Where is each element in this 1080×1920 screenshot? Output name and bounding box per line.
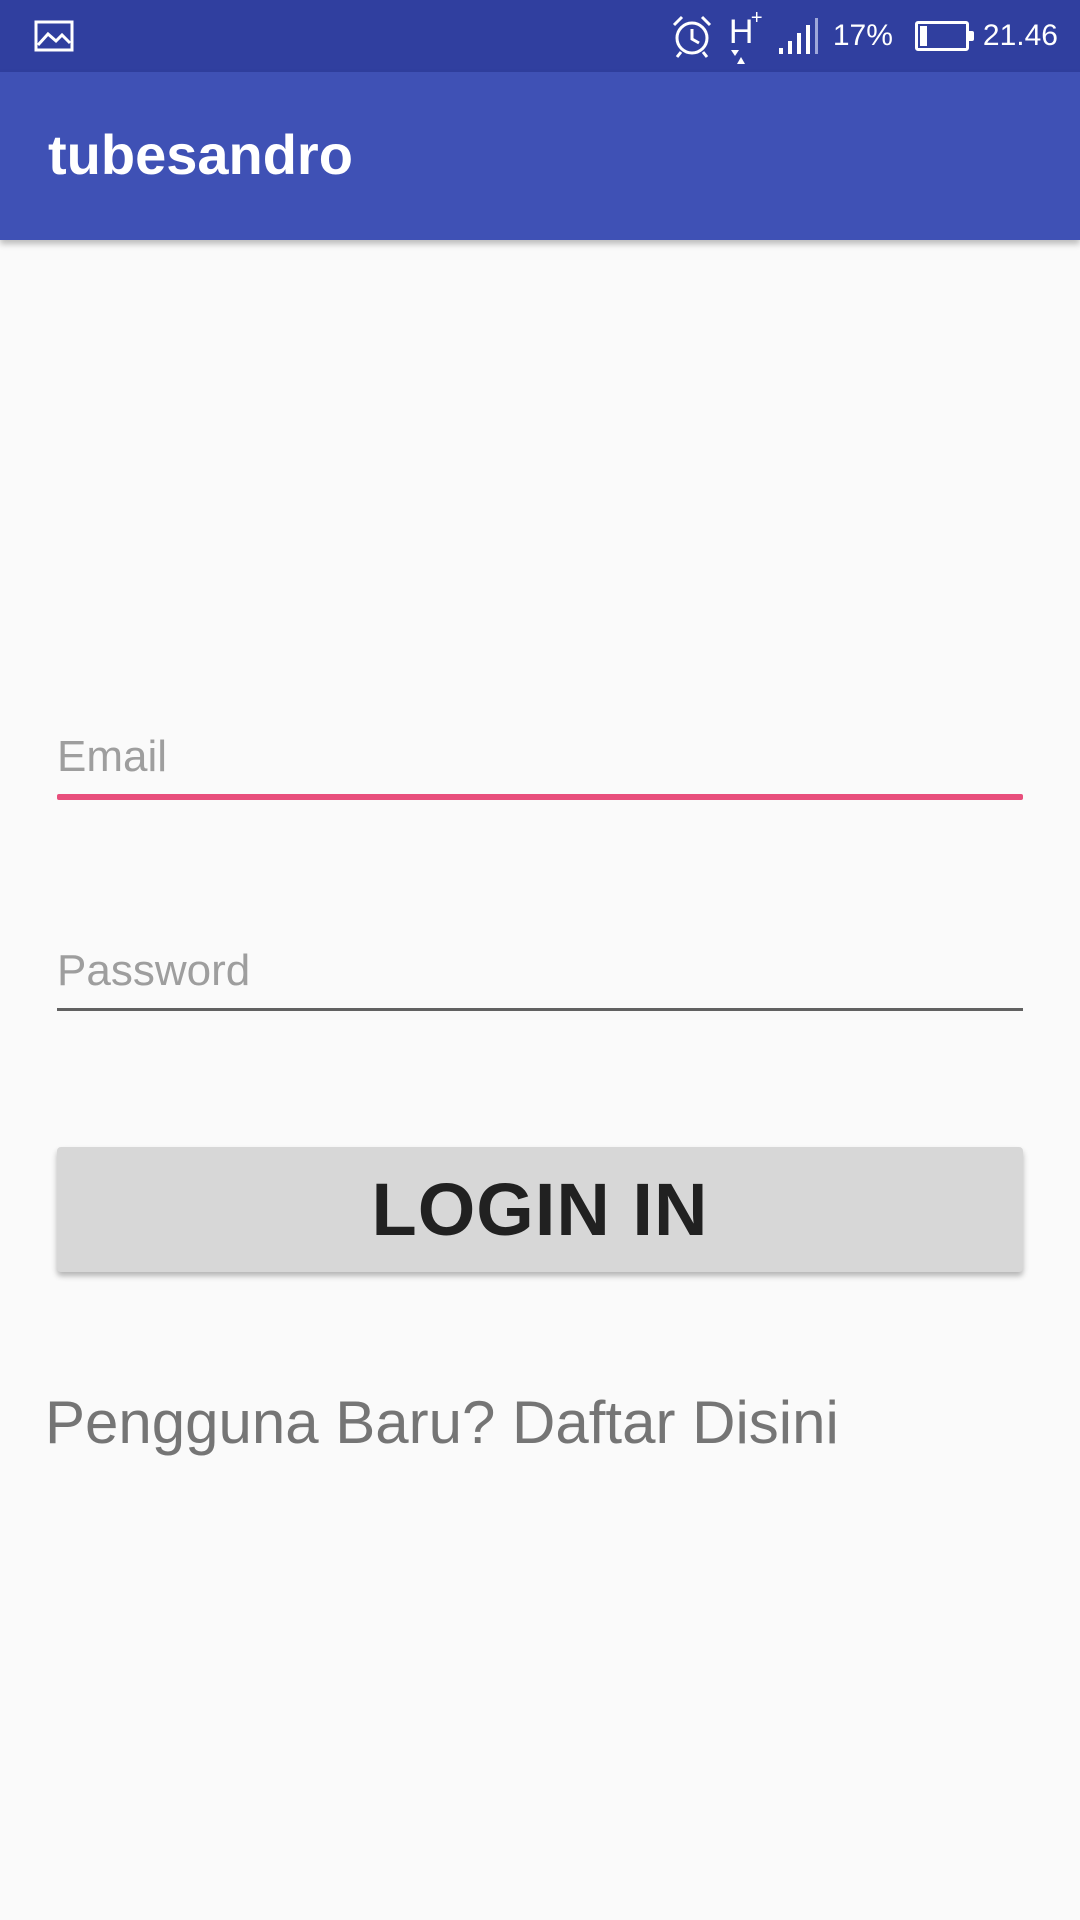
network-type-label: H	[728, 13, 754, 51]
network-type-plus: +	[750, 7, 763, 29]
image-icon	[34, 20, 74, 52]
password-underline	[57, 1008, 1023, 1011]
login-button[interactable]: LOGIN IN	[57, 1147, 1023, 1272]
cell-signal-icon	[778, 18, 818, 54]
battery-icon	[914, 21, 974, 51]
password-input[interactable]	[57, 946, 1023, 1008]
register-link[interactable]: Pengguna Baru? Daftar Disini	[45, 1387, 839, 1459]
email-field-container	[57, 732, 1023, 800]
clock-time: 21.46	[982, 19, 1058, 52]
app-bar: tubesandro	[0, 72, 1080, 240]
app-title: tubesandro	[48, 123, 353, 186]
network-type-indicator: H +	[727, 8, 763, 64]
status-bar: H + 17% 21.46	[0, 0, 1080, 72]
password-field-container	[57, 946, 1023, 1011]
email-input[interactable]	[57, 732, 1023, 794]
login-screen: H + 17% 21.46 tubesandro Email LOGIN IN …	[0, 0, 1080, 1920]
battery-percent: 17%	[832, 19, 893, 52]
battery-level-fill	[919, 26, 928, 46]
alarm-clock-icon	[672, 15, 711, 58]
status-right-group: H + 17% 21.46	[671, 0, 1058, 72]
email-underline	[57, 794, 1023, 800]
data-activity-icon	[730, 50, 745, 64]
